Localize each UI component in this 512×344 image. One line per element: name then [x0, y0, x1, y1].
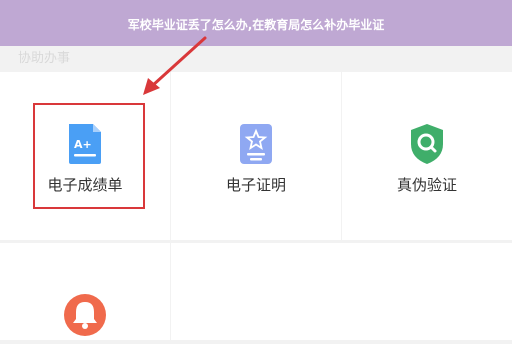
annotation-arrow: [143, 36, 207, 95]
